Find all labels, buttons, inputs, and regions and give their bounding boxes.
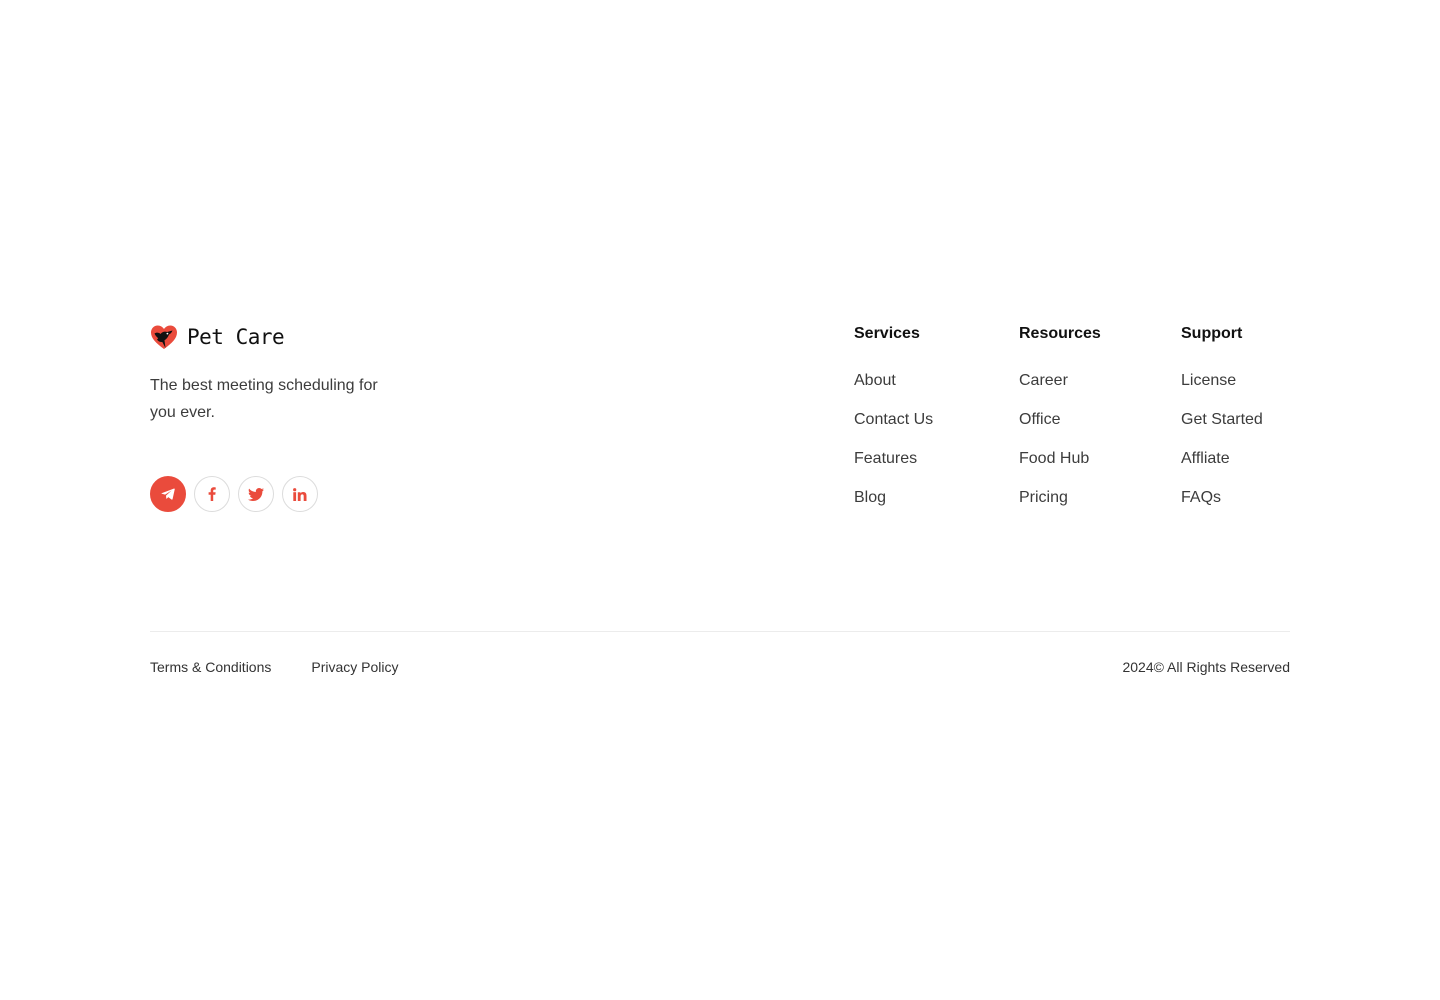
terms-link[interactable]: Terms & Conditions	[150, 659, 271, 675]
facebook-icon	[208, 487, 216, 501]
link-blog[interactable]: Blog	[854, 488, 933, 527]
linkedin-link[interactable]	[282, 476, 318, 512]
resources-heading: Resources	[1019, 325, 1101, 342]
logo[interactable]: Pet Care	[150, 324, 450, 350]
link-office[interactable]: Office	[1019, 410, 1101, 449]
link-license[interactable]: License	[1181, 371, 1263, 410]
link-get-started[interactable]: Get Started	[1181, 410, 1263, 449]
privacy-link[interactable]: Privacy Policy	[311, 659, 398, 675]
twitter-icon	[248, 487, 264, 501]
social-links	[150, 476, 318, 512]
support-heading: Support	[1181, 325, 1243, 342]
footer-brand: Pet Care The best meeting scheduling for…	[150, 324, 450, 512]
services-column: Services About Contact Us Features Blog	[854, 324, 933, 527]
legal-links: Terms & Conditions Privacy Policy	[150, 659, 399, 675]
link-faqs[interactable]: FAQs	[1181, 488, 1263, 527]
telegram-icon	[161, 488, 175, 500]
link-affliate[interactable]: Affliate	[1181, 449, 1263, 488]
telegram-link[interactable]	[150, 476, 186, 512]
twitter-link[interactable]	[238, 476, 274, 512]
link-contact-us[interactable]: Contact Us	[854, 410, 933, 449]
footer-divider	[150, 631, 1290, 632]
facebook-link[interactable]	[194, 476, 230, 512]
link-features[interactable]: Features	[854, 449, 933, 488]
services-heading: Services	[854, 325, 920, 342]
link-pricing[interactable]: Pricing	[1019, 488, 1101, 527]
brand-tagline: The best meeting scheduling for you ever…	[150, 377, 378, 421]
support-column: Support License Get Started Affliate FAQ…	[1181, 324, 1263, 527]
link-food-hub[interactable]: Food Hub	[1019, 449, 1101, 488]
link-career[interactable]: Career	[1019, 371, 1101, 410]
footer-bottom-bar: Terms & Conditions Privacy Policy 2024© …	[150, 659, 1290, 677]
link-about[interactable]: About	[854, 371, 933, 410]
copyright-text: 2024© All Rights Reserved	[1122, 659, 1290, 675]
linkedin-icon	[293, 487, 307, 501]
resources-column: Resources Career Office Food Hub Pricing	[1019, 324, 1101, 527]
brand-name: Pet Care	[187, 325, 285, 349]
heart-paw-logo-icon	[151, 325, 177, 349]
